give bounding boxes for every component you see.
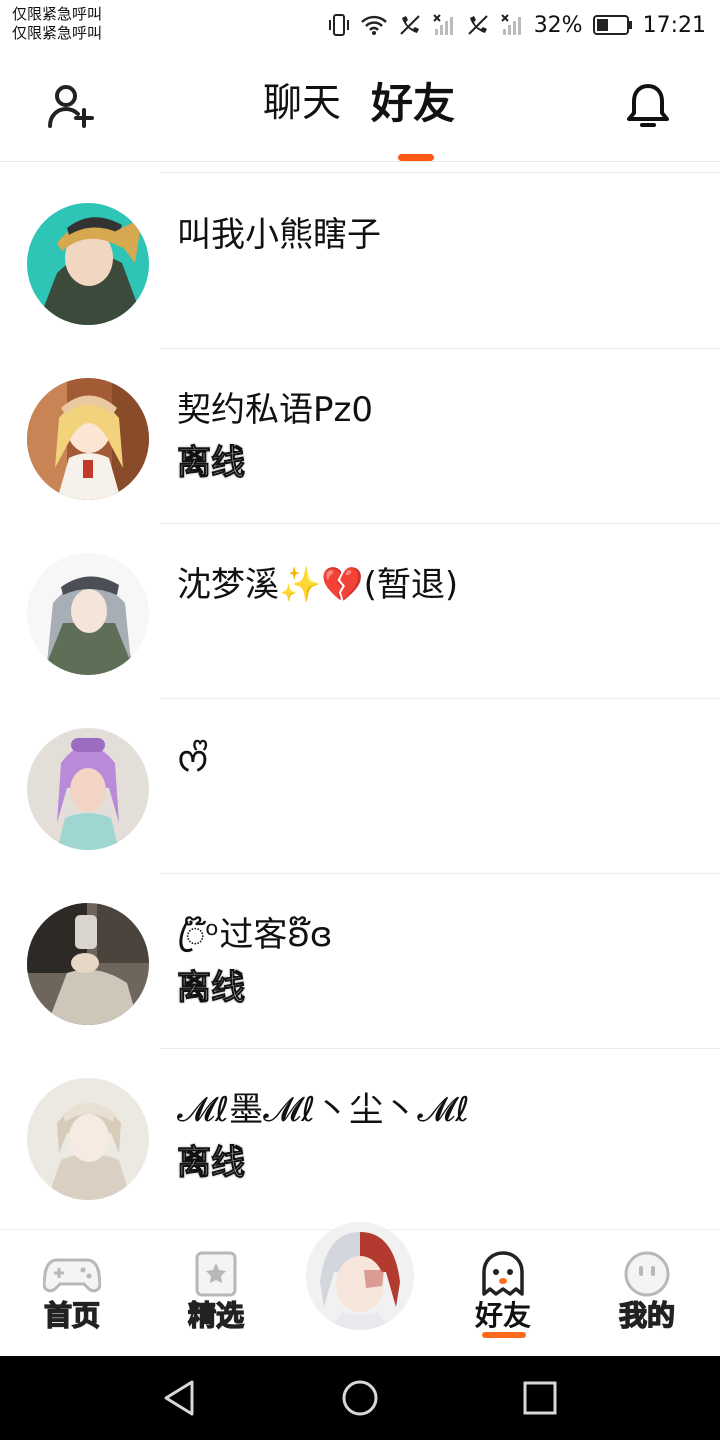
list-item[interactable]: 契约私语Pz0 离线 (0, 349, 720, 524)
tab-friends[interactable]: 好友 (371, 78, 455, 130)
battery-icon (592, 14, 633, 36)
avatar[interactable] (27, 1078, 149, 1200)
vibrate-icon (328, 13, 350, 37)
avatar[interactable] (27, 728, 149, 850)
center-avatar-button[interactable] (306, 1222, 414, 1330)
wifi-icon (360, 14, 388, 36)
status-icons: 32% 17:21 (328, 10, 706, 40)
nav-friends-label: 好友 (474, 1299, 531, 1332)
carrier-line-1: 仅限紧急呼叫 (12, 5, 103, 23)
list-top-divider (160, 172, 720, 173)
carrier-text: 仅限紧急呼叫 仅限紧急呼叫 (12, 5, 102, 43)
no-signal-icon (500, 13, 524, 37)
nav-home-label: 首页 (43, 1298, 100, 1332)
nav-me-label: 我的 (618, 1298, 675, 1332)
friend-name: ꦿ໊ᵒ过客ʚ໊ɞ (177, 915, 333, 955)
active-tab-indicator (398, 154, 434, 161)
friend-name: 契约私语Pz0 (177, 390, 373, 430)
friend-name: 𝓜ℓ墨𝓜ℓ丶尘丶𝓜ℓ (177, 1090, 470, 1130)
avatar[interactable] (27, 903, 149, 1025)
avatar[interactable] (27, 203, 149, 325)
top-header: 聊天 好友 (0, 50, 720, 162)
nav-me[interactable]: 我的 (592, 1230, 702, 1357)
face-icon (618, 1250, 676, 1298)
nav-featured-label: 精选 (187, 1298, 244, 1332)
online-status: 离线 (177, 968, 246, 1009)
bell-icon[interactable] (624, 80, 672, 132)
online-status: 离线 (177, 443, 246, 484)
clock: 17:21 (642, 12, 706, 38)
battery-percent: 32% (533, 12, 583, 38)
list-item[interactable]: 𝓜ℓ墨𝓜ℓ丶尘丶𝓜ℓ 离线 (0, 1049, 720, 1224)
nav-friends[interactable]: 好友 (448, 1230, 558, 1357)
friend-name: 沈梦溪✨💔(暂退) (177, 565, 459, 605)
list-item[interactable]: 叫我小熊瞎子 (0, 174, 720, 349)
home-icon[interactable] (338, 1376, 382, 1420)
no-call-icon (466, 13, 490, 37)
list-item[interactable]: 沈梦溪✨💔(暂退) (0, 524, 720, 699)
online-status: 离线 (177, 1143, 246, 1184)
list-item[interactable]: ꦿ໊ᵒ过客ʚ໊ɞ 离线 (0, 874, 720, 1049)
back-icon[interactable] (158, 1376, 202, 1420)
recents-icon[interactable] (518, 1376, 562, 1420)
avatar[interactable] (27, 553, 149, 675)
status-bar: 仅限紧急呼叫 仅限紧急呼叫 32% 17:21 (0, 0, 720, 50)
nav-featured[interactable]: 精选 (161, 1230, 271, 1357)
gamepad-icon (42, 1250, 102, 1298)
nav-home[interactable]: 首页 (17, 1230, 127, 1357)
star-bookmark-icon (187, 1250, 245, 1298)
no-call-icon (398, 13, 422, 37)
friend-list: 叫我小熊瞎子 契约私语Pz0 离线 沈梦溪✨💔(暂退) ᰔᩚ ꦿ໊ᵒ过客ʚ໊ɞ … (0, 174, 720, 1224)
system-nav-bar (0, 1356, 720, 1440)
tab-chat[interactable]: 聊天 (263, 78, 341, 130)
header-tabs: 聊天 好友 (0, 50, 720, 161)
friend-name: 叫我小熊瞎子 (177, 215, 381, 255)
ghost-icon (474, 1250, 532, 1298)
list-item[interactable]: ᰔᩚ (0, 699, 720, 874)
active-tab-indicator (482, 1332, 526, 1338)
no-signal-icon (432, 13, 456, 37)
friend-name: ᰔᩚ (177, 740, 209, 780)
carrier-line-2: 仅限紧急呼叫 (12, 24, 103, 42)
avatar[interactable] (27, 378, 149, 500)
